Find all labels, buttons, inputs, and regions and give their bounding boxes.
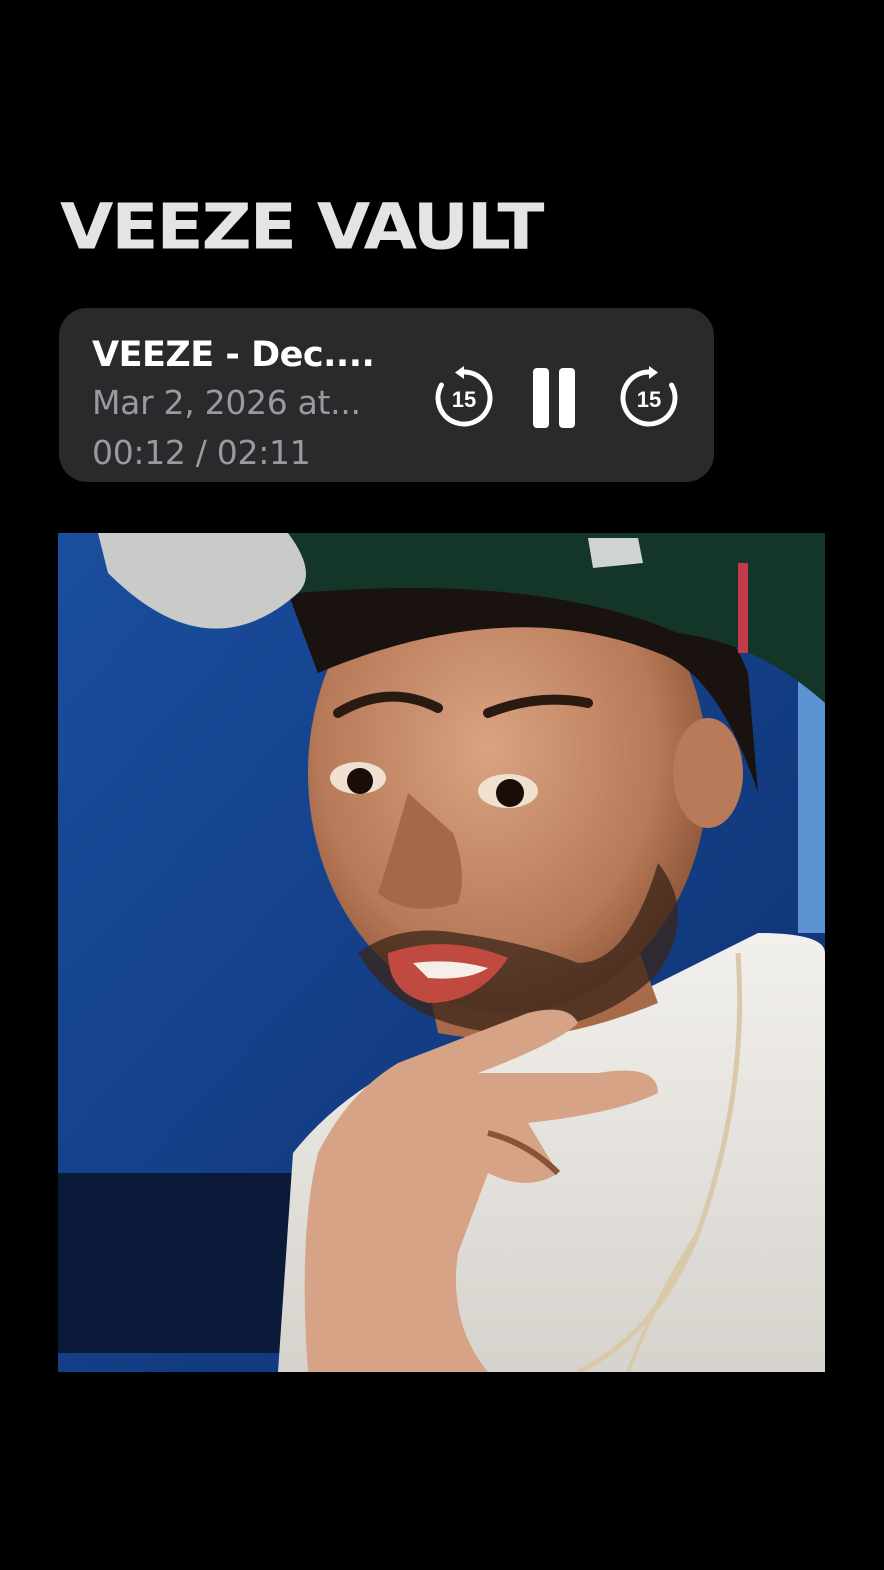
page-title: VEEZE VAULT xyxy=(60,190,544,265)
skip-forward-label: 15 xyxy=(637,387,661,412)
skip-forward-15-icon: 15 xyxy=(620,366,678,427)
track-time: 00:12 / 02:11 xyxy=(92,433,311,472)
cover-photo-image xyxy=(58,533,825,1372)
pause-button[interactable] xyxy=(523,365,589,431)
track-title: VEEZE - Dec.... xyxy=(92,335,375,375)
pause-icon xyxy=(533,368,575,428)
track-info: VEEZE - Dec.... Mar 2, 2026 at... 00:12 … xyxy=(92,332,402,478)
skip-back-15-button[interactable]: 15 xyxy=(431,365,497,431)
skip-back-15-icon: 15 xyxy=(435,366,493,427)
skip-forward-15-button[interactable]: 15 xyxy=(616,365,682,431)
now-playing-card[interactable]: VEEZE - Dec.... Mar 2, 2026 at... 00:12 … xyxy=(59,308,714,482)
cover-photo xyxy=(58,533,825,1372)
track-date: Mar 2, 2026 at... xyxy=(92,383,361,422)
skip-back-label: 15 xyxy=(452,387,476,412)
